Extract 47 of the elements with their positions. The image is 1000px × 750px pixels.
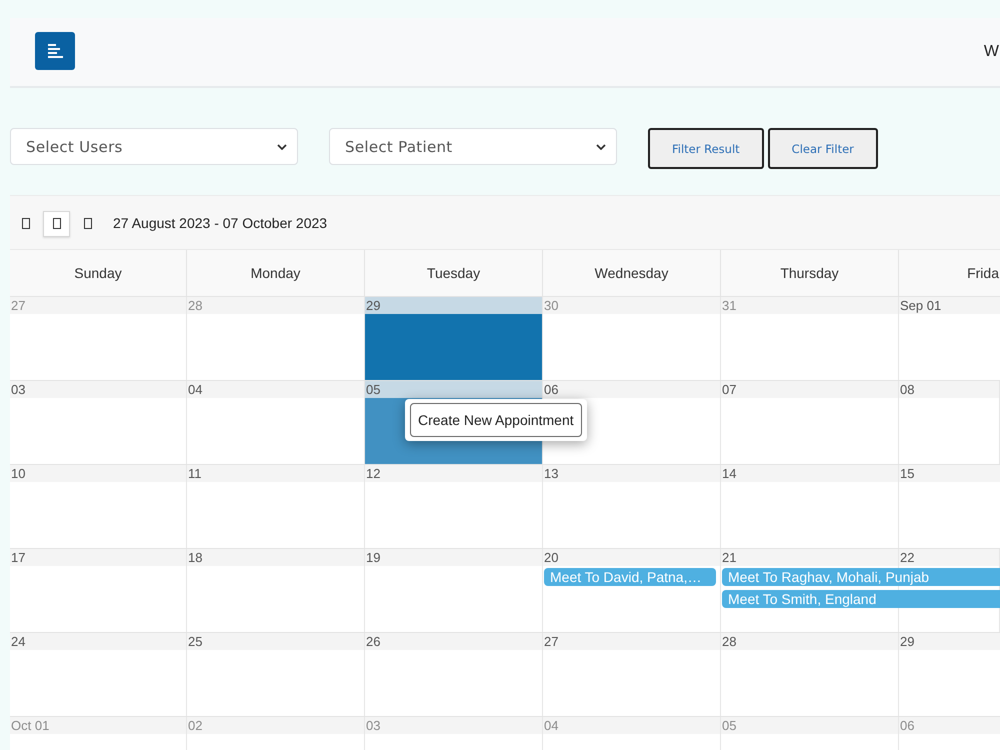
chevron-down-icon — [596, 144, 606, 150]
date-label[interactable]: 14 — [721, 465, 898, 482]
create-appointment-button[interactable]: Create New Appointment — [410, 403, 582, 437]
glyph-box-icon — [84, 218, 92, 229]
weekday-header: Wednesday — [543, 250, 721, 297]
weekday-header: Monday — [187, 250, 365, 297]
date-label[interactable]: 12 — [365, 465, 542, 482]
date-label[interactable]: Sep 01 — [899, 297, 1000, 314]
glyph-box-icon — [52, 218, 60, 229]
date-label[interactable]: 18 — [187, 549, 364, 566]
calendar-nav-button[interactable] — [43, 210, 70, 236]
filter-button[interactable]: Filter Result — [648, 128, 764, 169]
date-label[interactable]: 21 — [721, 549, 898, 566]
date-label[interactable]: 03 — [10, 381, 186, 398]
select-dropdown[interactable]: Select Users — [10, 128, 298, 165]
date-label[interactable]: 27 — [543, 633, 720, 650]
date-label[interactable]: 19 — [365, 549, 542, 566]
date-label[interactable]: 11 — [187, 465, 364, 482]
date-label[interactable]: 29 — [365, 297, 542, 314]
date-label[interactable]: 07 — [721, 381, 898, 398]
weekday-header: Sunday — [10, 250, 187, 297]
weekday-header: Tuesday — [365, 250, 543, 297]
date-label[interactable]: 10 — [10, 465, 186, 482]
date-label[interactable]: 17 — [10, 549, 186, 566]
chevron-down-icon — [277, 144, 287, 150]
date-label[interactable]: 13 — [543, 465, 720, 482]
menu-icon — [48, 44, 62, 58]
date-label[interactable]: 06 — [543, 381, 720, 398]
date-label[interactable]: 15 — [899, 465, 1000, 482]
date-range-title: 27 August 2023 - 07 October 2023 — [113, 214, 328, 230]
date-label[interactable]: 22 — [899, 549, 999, 566]
date-label[interactable]: 29 — [899, 633, 1000, 650]
clear-filter-button[interactable]: Clear Filter — [768, 128, 878, 169]
select-dropdown[interactable]: Select Patient — [329, 128, 617, 165]
date-label[interactable]: 04 — [187, 381, 364, 398]
date-label[interactable]: 28 — [721, 633, 898, 650]
weekday-header: Thursday — [721, 250, 899, 297]
menu-button[interactable] — [35, 32, 75, 70]
glyph-box-icon — [22, 218, 30, 229]
weekday-header: Frida — [899, 250, 1000, 297]
date-label[interactable]: 08 — [899, 381, 999, 398]
date-label[interactable]: 20 — [543, 549, 720, 566]
date-label[interactable]: 25 — [187, 633, 364, 650]
date-label[interactable]: 24 — [10, 633, 186, 650]
user-name: W — [984, 43, 999, 61]
date-label[interactable]: 26 — [365, 633, 542, 650]
date-label[interactable]: 05 — [365, 381, 542, 398]
